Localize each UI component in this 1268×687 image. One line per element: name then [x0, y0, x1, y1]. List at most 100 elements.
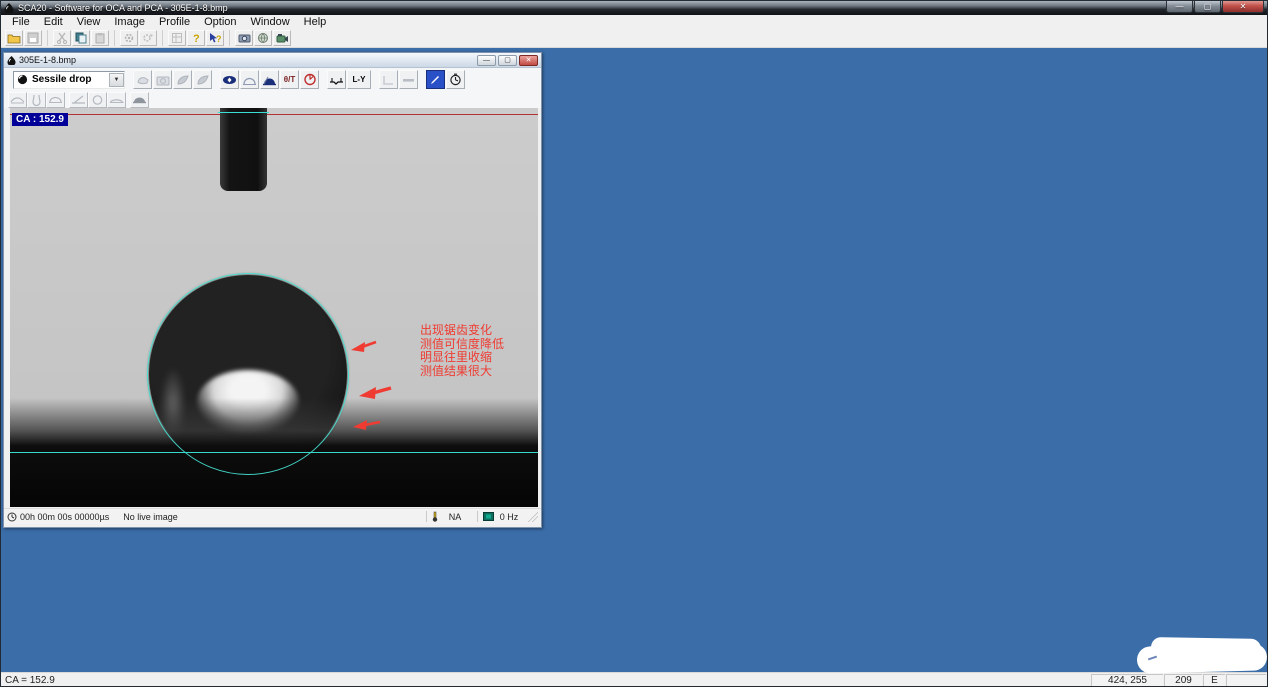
settings-button[interactable] [120, 30, 138, 46]
measurement-mode-select[interactable]: Sessile drop ▼ [13, 71, 125, 89]
cut-button[interactable] [53, 30, 71, 46]
paste-icon [94, 32, 106, 44]
fit-sessile-button[interactable] [46, 92, 65, 108]
measurement-canvas[interactable]: CA : 152.9 [10, 108, 538, 507]
paste-button[interactable] [91, 30, 109, 46]
toolbar-separator [110, 30, 115, 46]
theta-t-button[interactable]: θ/T [280, 70, 299, 89]
fit-flat-dome-button[interactable] [107, 92, 126, 108]
menu-profile[interactable]: Profile [152, 15, 197, 29]
open-icon [7, 32, 21, 44]
baseline-button[interactable] [327, 70, 346, 89]
annotation-line: 出现锯齿变化 [420, 324, 504, 338]
status-empty-cell [1226, 674, 1266, 687]
fit-drop-tail-button[interactable] [8, 92, 27, 108]
grab-button[interactable] [133, 70, 152, 89]
main-titlebar: SCA20 - Software for OCA and PCA - 305E-… [1, 1, 1267, 15]
corner-icon [382, 74, 395, 86]
ellipse-fit-icon [222, 74, 237, 86]
resize-grip[interactable] [528, 512, 538, 522]
toolbar-separator [419, 71, 425, 89]
toolbar-separator [225, 30, 230, 46]
drop-shape-a-button[interactable] [173, 70, 192, 89]
camera-button[interactable] [153, 70, 172, 89]
dosing-needle [220, 108, 267, 191]
menubar: File Edit View Image Profile Option Wind… [1, 15, 1267, 29]
recorder-button[interactable] [273, 30, 291, 46]
toolbar-separator [213, 71, 219, 89]
clock-icon [449, 73, 462, 86]
drop-shape-b-button[interactable] [193, 70, 212, 89]
child-minimize-button[interactable]: — [477, 55, 496, 66]
camera-icon [156, 74, 170, 86]
menu-image[interactable]: Image [107, 15, 152, 29]
image-document-window: 305E-1-8.bmp — ▢ ✕ Sessile drop ▼ [3, 52, 542, 528]
child-titlebar[interactable]: 305E-1-8.bmp — ▢ ✕ [4, 53, 541, 68]
fit-filled-dome-button[interactable] [130, 92, 149, 108]
snapshot-button[interactable] [235, 30, 253, 46]
tangent-angle-icon [71, 94, 86, 105]
window-title: SCA20 - Software for OCA and PCA - 305E-… [18, 3, 1166, 13]
measurement-mode-value: Sessile drop [32, 74, 109, 85]
fit-pendant-button[interactable] [27, 92, 46, 108]
main-toolbar: ? ? [1, 29, 1267, 48]
needle-reference-line [10, 114, 538, 115]
menu-help[interactable]: Help [297, 15, 334, 29]
corner-tool-button[interactable] [379, 70, 398, 89]
combo-dropdown-arrow[interactable]: ▼ [109, 73, 124, 87]
redaction-scribble [1137, 643, 1268, 673]
fit-tangent-angle-button[interactable] [69, 92, 88, 108]
minimize-button[interactable]: — [1166, 1, 1193, 13]
toolbar-separator [320, 71, 326, 89]
circle-fit-button[interactable] [240, 70, 259, 89]
baseline-icon [329, 74, 344, 86]
tangent-fit-button[interactable] [260, 70, 279, 89]
globe-button[interactable] [254, 30, 272, 46]
child-status-bar: 00h 00m 00s 00000µs No live image NA 0 H… [4, 508, 541, 524]
contact-angle-overlay: CA : 152.9 [12, 113, 68, 126]
context-help-button[interactable]: ? [206, 30, 224, 46]
menu-file[interactable]: File [5, 15, 37, 29]
child-restore-button[interactable]: ▢ [498, 55, 517, 66]
mdi-workspace: 305E-1-8.bmp — ▢ ✕ Sessile drop ▼ [1, 48, 1267, 672]
close-button[interactable]: ✕ [1222, 1, 1264, 13]
needle-detect-line [218, 112, 269, 113]
menu-view[interactable]: View [70, 15, 108, 29]
tangent-fit-icon [262, 74, 277, 86]
main-status-bar: CA = 152.9 424, 255 209 E [1, 672, 1267, 687]
refresh-gear-icon [142, 32, 154, 44]
status-separator [477, 511, 478, 522]
grid-button[interactable] [168, 30, 186, 46]
dynamic-gauge-button[interactable] [300, 70, 319, 89]
timer-button[interactable] [446, 70, 465, 89]
pendant-drop-icon [29, 94, 44, 106]
maximize-button[interactable]: ▢ [1194, 1, 1221, 13]
menu-edit[interactable]: Edit [37, 15, 70, 29]
copy-button[interactable] [72, 30, 90, 46]
globe-icon [257, 32, 269, 44]
cut-icon [56, 32, 68, 44]
sessile-drop-icon [17, 74, 28, 85]
circle-small-icon [91, 94, 104, 106]
sessile-dome-icon [48, 94, 63, 105]
line-tool-button[interactable] [399, 70, 418, 89]
save-button[interactable] [24, 30, 42, 46]
framerate-value: 0 Hz [494, 512, 524, 522]
status-gray-value: 209 [1164, 674, 1202, 687]
menu-window[interactable]: Window [244, 15, 297, 29]
help-button[interactable]: ? [187, 30, 205, 46]
child-close-button[interactable]: ✕ [519, 55, 538, 66]
snapshot-icon [238, 32, 251, 44]
ellipse-fit-button[interactable] [220, 70, 239, 89]
window-controls: — ▢ ✕ [1166, 1, 1264, 13]
menu-option[interactable]: Option [197, 15, 243, 29]
open-button[interactable] [5, 30, 23, 46]
fit-circle-small-button[interactable] [88, 92, 107, 108]
copy-icon [75, 32, 87, 44]
baseline-overlay [10, 452, 538, 453]
video-recorder-icon [276, 32, 289, 44]
child-window-title: 305E-1-8.bmp [19, 55, 475, 65]
edit-annotation-button[interactable] [426, 70, 445, 89]
laplace-young-button[interactable]: L-Y [347, 70, 371, 89]
refresh-settings-button[interactable] [139, 30, 157, 46]
